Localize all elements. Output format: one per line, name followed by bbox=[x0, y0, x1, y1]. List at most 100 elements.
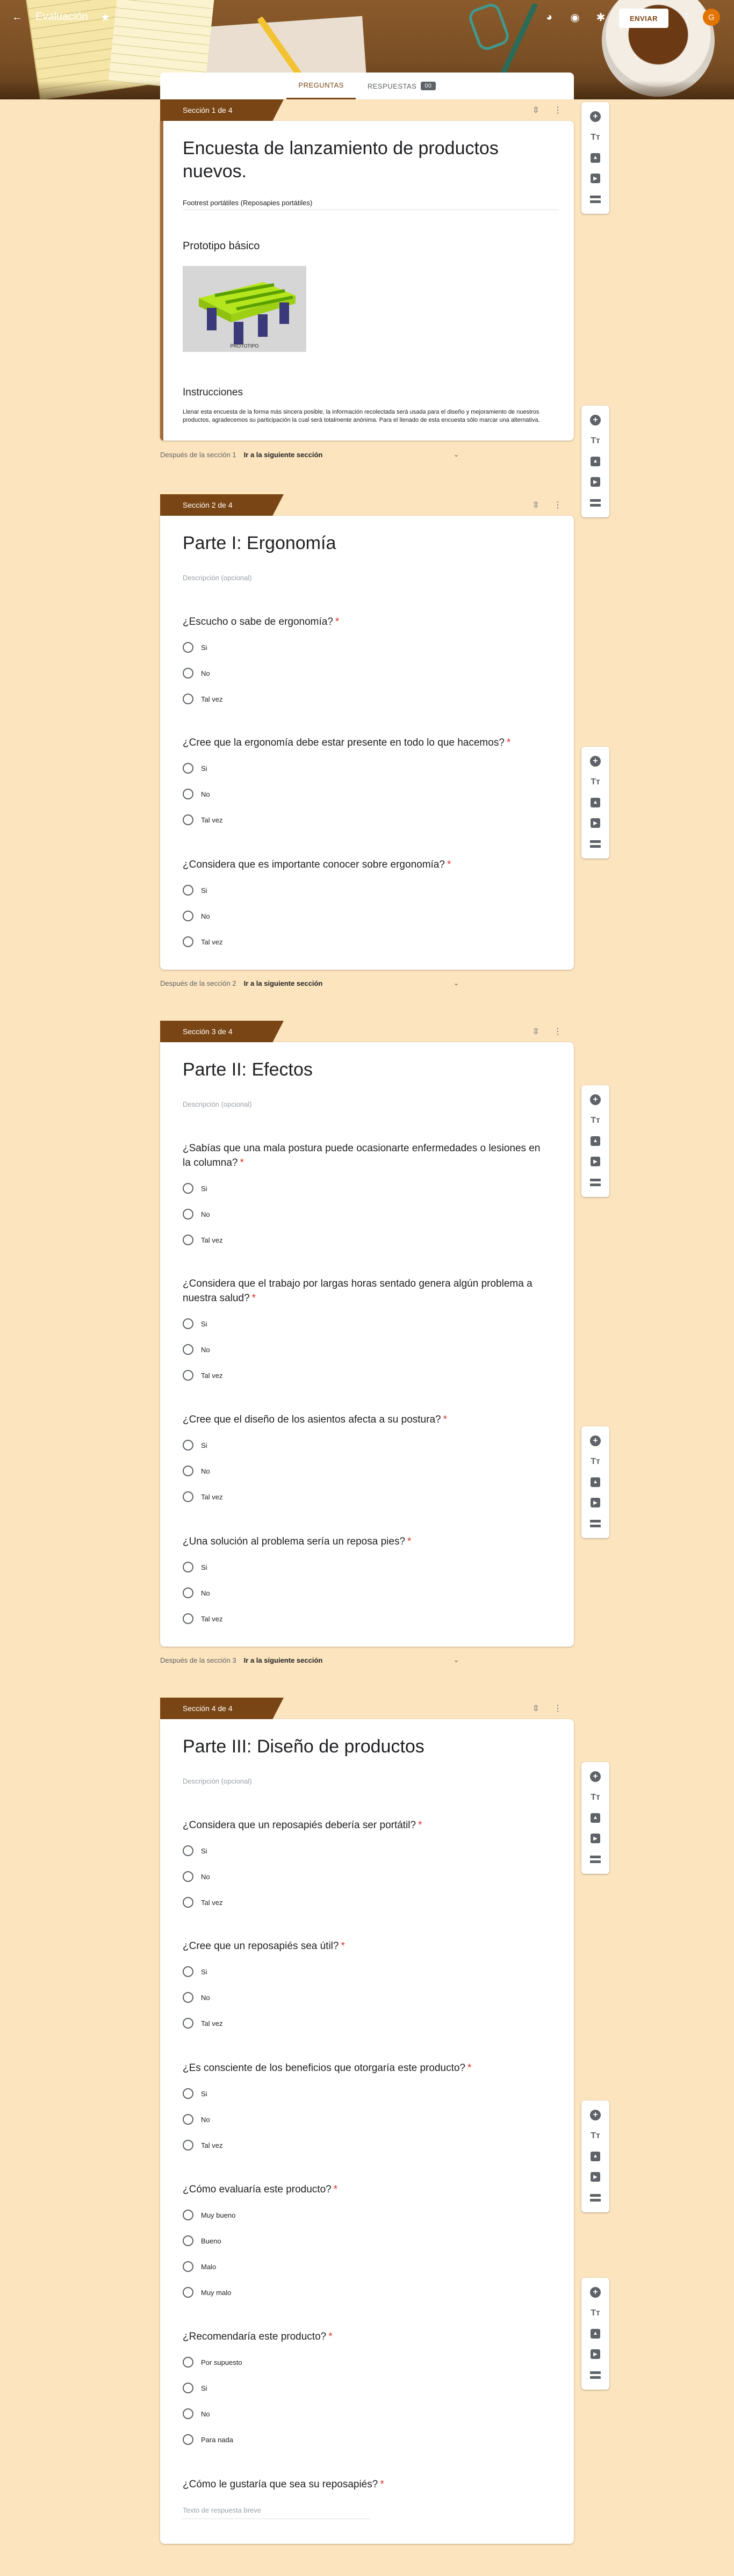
radio-option[interactable]: Si bbox=[183, 642, 207, 653]
chevron-down-icon[interactable]: ⌄ bbox=[454, 1656, 459, 1664]
radio-option[interactable]: No bbox=[183, 2408, 210, 2419]
palette-icon[interactable]: ◕ bbox=[538, 6, 560, 28]
eye-icon[interactable]: ◉ bbox=[564, 6, 586, 28]
radio-icon[interactable] bbox=[183, 694, 193, 704]
add-title-icon[interactable]: Tт bbox=[588, 1454, 603, 1469]
question-title[interactable]: ¿Recomendaría este producto? * bbox=[183, 2330, 548, 2344]
radio-option[interactable]: No bbox=[183, 1344, 210, 1355]
radio-icon[interactable] bbox=[183, 1209, 193, 1220]
add-video-icon[interactable]: ▶ bbox=[588, 2169, 603, 2184]
chevron-down-icon[interactable]: ⌄ bbox=[454, 450, 459, 459]
add-image-icon[interactable]: ▲ bbox=[588, 2326, 603, 2341]
tab-responses[interactable]: RESPUESTAS 00 bbox=[356, 73, 448, 99]
radio-icon[interactable] bbox=[183, 1370, 193, 1381]
section-card[interactable]: ⇳ ⋮ Parte II: Efectos Descripción (opcio… bbox=[160, 1027, 574, 1647]
question-title[interactable]: ¿Cómo le gustaría que sea su reposapiés?… bbox=[183, 2478, 548, 2492]
radio-option[interactable]: Muy bueno bbox=[183, 2210, 235, 2220]
radio-option[interactable]: Bueno bbox=[183, 2235, 221, 2246]
add-title-icon[interactable]: Tт bbox=[588, 434, 603, 449]
add-title-icon[interactable]: Tт bbox=[588, 775, 603, 790]
add-video-icon[interactable]: ▶ bbox=[588, 1495, 603, 1510]
question-title[interactable]: ¿Cree que la ergonomía debe estar presen… bbox=[183, 736, 548, 751]
add-image-icon[interactable]: ▲ bbox=[588, 1810, 603, 1825]
question-title[interactable]: ¿Considera que un reposapiés debería ser… bbox=[183, 1819, 548, 1833]
short-answer-field[interactable]: Texto de respuesta breve bbox=[183, 2506, 371, 2519]
radio-icon[interactable] bbox=[183, 1318, 193, 1329]
radio-option[interactable]: Para nada bbox=[183, 2434, 233, 2445]
radio-option[interactable]: Si bbox=[183, 2088, 207, 2099]
question-title[interactable]: ¿Considera que el trabajo por largas hor… bbox=[183, 1277, 548, 1305]
image-title[interactable]: Prototipo básico bbox=[183, 240, 260, 252]
radio-option[interactable]: Tal vez bbox=[183, 1370, 222, 1381]
goto-section-select[interactable]: Ir a la siguiente sección bbox=[244, 1656, 454, 1664]
add-section-icon[interactable] bbox=[588, 1516, 603, 1531]
instructions-title[interactable]: Instrucciones bbox=[183, 387, 243, 399]
radio-icon[interactable] bbox=[183, 1613, 193, 1624]
more-vert-icon[interactable]: ⋮ bbox=[553, 1703, 562, 1714]
question-title[interactable]: ¿Es consciente de los beneficios que oto… bbox=[183, 2061, 548, 2076]
add-title-icon[interactable]: Tт bbox=[588, 1790, 603, 1805]
more-vert-icon[interactable]: ⋮ bbox=[676, 6, 697, 28]
radio-icon[interactable] bbox=[183, 2383, 193, 2393]
radio-icon[interactable] bbox=[183, 911, 193, 921]
add-video-icon[interactable]: ▶ bbox=[588, 474, 603, 489]
radio-option[interactable]: Si bbox=[183, 1318, 207, 1329]
question-title[interactable]: ¿Cree que un reposapiés sea útil? * bbox=[183, 1939, 548, 1954]
radio-icon[interactable] bbox=[183, 2357, 193, 2368]
collapse-icon[interactable]: ⇳ bbox=[532, 1026, 539, 1037]
radio-icon[interactable] bbox=[183, 1897, 193, 1908]
radio-option[interactable]: No bbox=[183, 1588, 210, 1598]
radio-icon[interactable] bbox=[183, 789, 193, 799]
radio-option[interactable]: Muy malo bbox=[183, 2287, 231, 2298]
prototype-image[interactable]: PROTOTIPO bbox=[183, 266, 306, 352]
radio-option[interactable]: Si bbox=[183, 1845, 207, 1856]
radio-option[interactable]: Tal vez bbox=[183, 2140, 222, 2151]
add-section-icon[interactable] bbox=[588, 192, 603, 207]
send-button[interactable]: ENVIAR bbox=[619, 9, 668, 28]
instructions-text[interactable]: Llenar esta encuesta de la forma más sin… bbox=[183, 408, 559, 425]
radio-icon[interactable] bbox=[183, 2261, 193, 2272]
question-title[interactable]: ¿Una solución al problema sería un repos… bbox=[183, 1535, 548, 1549]
more-vert-icon[interactable]: ⋮ bbox=[553, 500, 562, 510]
add-section-icon[interactable] bbox=[588, 495, 603, 510]
add-question-icon[interactable]: + bbox=[588, 2108, 603, 2123]
radio-icon[interactable] bbox=[183, 2088, 193, 2099]
chevron-down-icon[interactable]: ⌄ bbox=[454, 979, 459, 987]
add-image-icon[interactable]: ▲ bbox=[588, 454, 603, 469]
radio-option[interactable]: Si bbox=[183, 1183, 207, 1194]
radio-option[interactable]: Tal vez bbox=[183, 1897, 222, 1908]
radio-option[interactable]: No bbox=[183, 1209, 210, 1220]
add-section-icon[interactable] bbox=[588, 1175, 603, 1190]
section-description[interactable]: Descripción (opcional) bbox=[183, 574, 252, 582]
radio-option[interactable]: No bbox=[183, 2114, 210, 2125]
add-image-icon[interactable]: ▲ bbox=[588, 150, 603, 165]
section-title[interactable]: Parte III: Diseño de productos bbox=[183, 1735, 424, 1758]
radio-icon[interactable] bbox=[183, 1235, 193, 1245]
form-description[interactable]: Footrest portátiles (Reposapies portátil… bbox=[183, 199, 312, 207]
form-title[interactable]: Evaluación bbox=[35, 11, 88, 23]
tab-questions[interactable]: PREGUNTAS bbox=[286, 73, 356, 99]
add-question-icon[interactable]: + bbox=[588, 413, 603, 428]
goto-section-select[interactable]: Ir a la siguiente sección bbox=[244, 979, 454, 987]
section-card[interactable]: ⇳ ⋮ Encuesta de lanzamiento de productos… bbox=[160, 106, 574, 441]
radio-option[interactable]: Tal vez bbox=[183, 814, 222, 825]
more-vert-icon[interactable]: ⋮ bbox=[553, 1026, 562, 1037]
more-vert-icon[interactable]: ⋮ bbox=[553, 105, 562, 116]
add-title-icon[interactable]: Tт bbox=[588, 130, 603, 145]
radio-option[interactable]: No bbox=[183, 1871, 210, 1882]
add-image-icon[interactable]: ▲ bbox=[588, 795, 603, 810]
radio-icon[interactable] bbox=[183, 642, 193, 653]
radio-option[interactable]: Tal vez bbox=[183, 2018, 222, 2029]
radio-icon[interactable] bbox=[183, 1466, 193, 1476]
add-image-icon[interactable]: ▲ bbox=[588, 1475, 603, 1490]
radio-option[interactable]: Si bbox=[183, 1562, 207, 1572]
add-section-icon[interactable] bbox=[588, 2368, 603, 2383]
section-card[interactable]: ⇳ ⋮ Parte III: Diseño de productos Descr… bbox=[160, 1704, 574, 2544]
section-description[interactable]: Descripción (opcional) bbox=[183, 1777, 252, 1785]
radio-option[interactable]: No bbox=[183, 1992, 210, 2003]
add-title-icon[interactable]: Tт bbox=[588, 2306, 603, 2321]
radio-option[interactable]: No bbox=[183, 789, 210, 799]
radio-option[interactable]: No bbox=[183, 1466, 210, 1476]
radio-icon[interactable] bbox=[183, 1966, 193, 1977]
question-title[interactable]: ¿Cree que el diseño de los asientos afec… bbox=[183, 1413, 548, 1427]
